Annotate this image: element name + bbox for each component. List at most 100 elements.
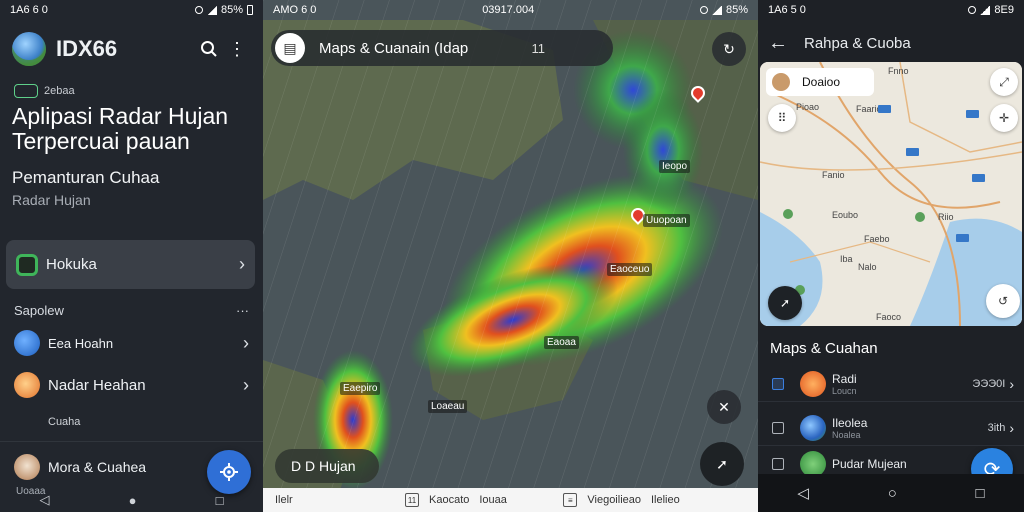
tab-label[interactable]: Ilelr [275, 494, 395, 506]
section-more-icon[interactable]: ··· [236, 303, 249, 318]
navigate-button[interactable]: ➚ [700, 442, 744, 486]
weather-avatar [14, 372, 40, 398]
list-item-label: Eea Hoahn [48, 335, 114, 351]
route-marker [972, 174, 985, 182]
row-checkbox[interactable] [772, 458, 784, 470]
row-label: Pudar Mujean [832, 457, 907, 471]
more-menu-icon[interactable]: ⋮ [223, 35, 251, 63]
row-checkbox[interactable] [772, 421, 784, 434]
nav-home-icon[interactable]: ● [129, 493, 137, 508]
tag-icon [14, 84, 38, 98]
location-card[interactable]: Hokuka › [6, 240, 255, 289]
map-search-suffix: 11 [531, 40, 546, 56]
mini-map[interactable]: Doaioo ⤢ ✛ ⠿ ➚ ↺ Fnno Pioao Faario Fanio… [760, 62, 1022, 326]
wifi-icon [194, 6, 203, 14]
signal-icon [206, 5, 217, 15]
battery-icon [247, 5, 253, 15]
chevron-right-icon: › [243, 374, 249, 395]
tab-icon: ≡ [563, 493, 578, 507]
list-item-caption: Cuaha [48, 416, 81, 428]
close-icon: ✕ [718, 398, 730, 415]
map-label: Faebo [864, 234, 890, 244]
row-checkbox[interactable] [772, 377, 784, 390]
status-battery: 8E9 [994, 4, 1014, 16]
grid-button[interactable]: ⠿ [768, 104, 796, 132]
screen-home: 1A6 6 0 85% IDX66 ⋮ 2ebaa Aplipasi Radar… [0, 0, 263, 512]
radar-chip-label: D D Hujan [291, 458, 356, 474]
sun-icon [800, 370, 826, 397]
back-arrow-icon[interactable]: ← [768, 32, 788, 55]
nav-recents-icon[interactable]: □ [216, 493, 224, 508]
map-label: Ieopo [659, 160, 691, 173]
list-item[interactable]: Nadar Heahan › [14, 372, 249, 398]
map-profile-card[interactable]: Doaioo [766, 68, 874, 96]
nav-home-icon[interactable]: ○ [888, 485, 897, 502]
chevron-right-icon: › [1009, 375, 1014, 392]
map-label: Riio [938, 212, 954, 222]
list-item[interactable]: Eea Hoahn › [14, 330, 249, 356]
system-nav-bar: ◁ ○ □ [758, 474, 1024, 512]
map-label: Fanio [822, 170, 845, 180]
map-search-bar[interactable]: ▤ Maps & Cuanain (Idap 11 [271, 30, 613, 66]
refresh-button[interactable]: ↻ [712, 32, 746, 66]
tab-label[interactable]: Kaocato [429, 494, 469, 506]
fullscreen-button[interactable]: ⤢ [990, 68, 1018, 96]
status-icons: 8E9 [968, 4, 1014, 16]
nav-back-icon[interactable]: ◁ [40, 492, 50, 508]
signal-icon [711, 5, 722, 15]
refresh-icon: ↻ [723, 40, 735, 57]
location-button[interactable]: ➚ [768, 286, 802, 320]
refresh-icon: ↺ [997, 294, 1009, 308]
map-label: Uuopoan [643, 214, 690, 227]
map-label: Nalo [858, 262, 877, 272]
refresh-button[interactable]: ↺ [986, 284, 1020, 318]
status-battery: 85% [220, 4, 243, 16]
row-value: 3ith [987, 421, 1006, 434]
map-label: Faoco [876, 312, 902, 322]
chevron-right-icon: › [243, 332, 249, 353]
map-profile-label: Doaioo [802, 75, 841, 89]
nav-recents-icon[interactable]: □ [976, 485, 985, 502]
section-header: Sapolew ··· [14, 303, 249, 318]
map-label: Pioao [796, 102, 820, 112]
radar-map[interactable] [263, 0, 758, 512]
list-row[interactable]: Radi Loucn ЭЭЭ0I › [758, 366, 1024, 402]
signal-icon [980, 5, 991, 15]
tab-label[interactable]: Iouaa [479, 494, 553, 506]
search-icon[interactable] [195, 35, 223, 63]
route-marker [966, 110, 979, 118]
route-marker [956, 234, 969, 242]
chevron-right-icon: › [1009, 419, 1014, 436]
subtitle-secondary: Radar Hujan [12, 192, 91, 208]
status-center-text: 03917.004 [482, 4, 535, 16]
close-layer-button[interactable]: ✕ [707, 390, 741, 424]
expand-icon: ⤢ [999, 74, 1009, 89]
row-caption: Loucn [832, 385, 857, 396]
tab-label[interactable]: Ilelieo [651, 494, 680, 506]
subtitle: Pemanturan Cuhaa [12, 168, 160, 187]
app-bar: ← Rahpa & Cuoba [768, 28, 1014, 58]
tag-text: 2ebaa [44, 85, 75, 97]
screen-radar-map: AMO 6 0 03917.004 85% ▤ Maps & Cuanain (… [263, 0, 758, 512]
status-bar: 1A6 6 0 85% [0, 0, 263, 20]
section-title: Sapolew [14, 303, 64, 318]
list-item-label: Nadar Heahan [48, 376, 146, 394]
list-row[interactable]: Ileolea Noalea 3ith › [758, 410, 1024, 446]
wifi-icon [699, 6, 708, 14]
compass-button[interactable]: ✛ [990, 104, 1018, 132]
app-header: IDX66 ⋮ [12, 30, 251, 68]
nav-back-icon[interactable]: ◁ [797, 484, 809, 502]
app-logo [12, 32, 46, 66]
location-card-label: Hokuka [46, 256, 97, 273]
status-bar: 1A6 5 0 8E9 [758, 0, 1024, 20]
layers-icon[interactable]: ▤ [275, 33, 305, 63]
status-bar: AMO 6 0 03917.004 85% [263, 0, 758, 20]
map-label: Iba [840, 254, 853, 264]
map-label: Eaoceuo [607, 263, 653, 276]
map-search-text: Maps & Cuanain (Idap [319, 39, 469, 57]
radar-chip[interactable]: D D Hujan [275, 449, 379, 483]
map-label: Eaoaa [544, 336, 579, 349]
chevron-right-icon: › [239, 254, 245, 274]
tab-label[interactable]: Viegoilieao [587, 494, 641, 506]
globe-icon [800, 414, 826, 441]
